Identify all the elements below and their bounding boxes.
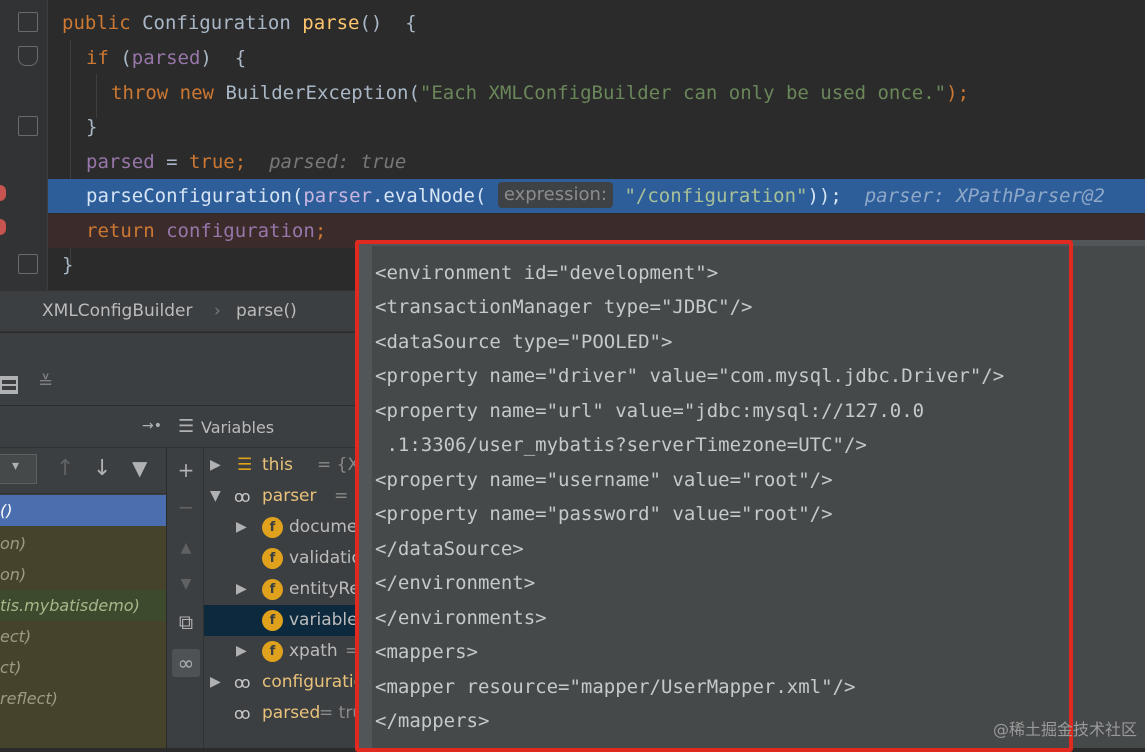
debug-inline-value: parsed: true [269,151,407,173]
frame-item[interactable]: on) [0,528,166,559]
field-configuration: configuration [166,220,315,242]
arrow-down-icon[interactable]: ↓ [93,456,111,481]
field-parsed: parsed [86,151,155,173]
expand-arrow-icon[interactable]: ▶ [236,512,247,543]
editor-gutter [0,0,48,290]
variables-side-toolbar: + − ▲ ▼ ⧉ ∞ [166,448,204,748]
variable-name: parser [262,486,317,506]
expand-arrow-icon[interactable]: ▶ [210,667,221,698]
code-line-method-signature[interactable]: public Configuration parse() { [48,6,1145,40]
field-icon: f [262,610,283,631]
fold-marker-icon[interactable] [18,254,38,274]
fold-marker-icon[interactable] [18,46,38,66]
code-punct: ; [234,151,247,173]
string-literal: "/configuration" [624,185,808,207]
chevron-down-icon: ▾ [12,458,20,474]
keyword-public: public [62,12,131,34]
fold-marker-icon[interactable] [18,12,38,32]
code-line-if[interactable]: if (parsed) { [48,41,1145,75]
code-brace: } [62,254,74,276]
table-view-icon[interactable] [0,376,18,394]
code-line-current-execution[interactable]: parseConfiguration(parser.evalNode( expr… [48,179,1145,213]
remove-watch-icon[interactable]: − [172,493,200,521]
type-name: Configuration [142,12,291,34]
field-icon: f [262,548,283,569]
collapse-arrow-icon[interactable]: ▼ [210,481,221,512]
expand-arrow-icon[interactable]: ▶ [210,450,221,481]
breadcrumb-separator-icon: › [214,301,221,321]
string-literal: "Each XMLConfigBuilder can only be used … [419,82,947,104]
thread-selector[interactable]: ▾ [0,454,37,484]
variable-name: this [262,455,294,475]
debug-inline-value: parser: XPathParser@2 [864,185,1105,207]
code-line-close-brace[interactable]: } [48,110,1145,144]
method-name: parse [302,12,360,34]
watch-glasses-icon: oo [234,704,250,723]
code-punct: ( [108,47,132,69]
method-call: .evalNode( [371,185,487,207]
frames-list[interactable]: () on) on) tis.mybatisdemo) ect) ct) ref… [0,495,166,748]
field-icon: f [262,517,283,538]
code-line-parsed-assign[interactable]: parsed = true; parsed: true [48,145,1145,179]
field-icon: f [262,641,283,662]
code-punct: ); [946,82,970,104]
move-up-icon[interactable]: ▲ [172,534,200,562]
code-punct: ) { [200,47,247,69]
arrow-up-icon[interactable]: ↑ [56,456,74,481]
pin-icon[interactable]: →• [142,418,162,434]
frame-item[interactable]: tis.mybatisdemo) [0,590,166,621]
frame-item[interactable]: () [0,495,166,526]
move-down-icon[interactable]: ▼ [172,570,200,598]
breadcrumb-method[interactable]: parse() [236,301,297,321]
method-call: parseConfiguration( [86,185,304,207]
code-punct: )); [807,185,842,207]
frame-item[interactable]: reflect) [0,683,166,714]
keyword-throw: throw [111,82,169,104]
code-punct: ( [408,82,420,104]
copy-icon[interactable]: ⧉ [172,608,200,636]
frame-item[interactable]: ect) [0,621,166,652]
fold-marker-icon[interactable] [18,116,38,136]
field-parser: parser [303,185,372,207]
keyword-true: true [188,151,235,173]
code-punct: = [154,151,189,173]
code-punct: () { [359,12,417,34]
keyword-new: new [179,82,214,104]
field-icon: f [262,579,283,600]
expand-arrow-icon[interactable]: ▶ [236,574,247,605]
add-watch-icon[interactable]: + [172,456,200,484]
stack-icon: ☰ [237,455,253,475]
expand-arrow-icon[interactable]: ▶ [236,636,247,667]
parameter-hint: expression: [497,182,613,208]
breadcrumb-class[interactable]: XMLConfigBuilder [42,301,192,321]
list-icon: ☰ [178,416,195,437]
keyword-return: return [86,220,155,242]
frame-item[interactable]: ct) [0,652,166,683]
breakpoint-icon[interactable] [0,185,6,201]
watch-glasses-icon: oo [234,487,250,506]
keyword-if: if [86,47,109,69]
code-line-throw[interactable]: throw new BuilderException("Each XMLConf… [48,76,1145,110]
variable-name: parsed [262,703,321,723]
annotation-highlight-box [355,240,1073,752]
watches-icon[interactable]: ∞ [172,649,200,677]
threads-icon[interactable]: ≚ [38,372,53,393]
field-parsed: parsed [131,47,201,69]
breakpoint-icon[interactable] [0,219,6,235]
variable-name: xpath [289,641,338,661]
class-name: BuilderException [225,82,409,104]
frames-toolbar: ▾ ↑ ↓ ▼ [0,448,166,494]
frames-header: →• [0,408,166,448]
variables-title: Variables [201,418,275,437]
code-punct: ; [314,220,327,242]
frame-item[interactable]: on) [0,559,166,590]
watch-glasses-icon: oo [234,673,250,692]
code-brace: } [86,116,98,138]
watermark: @稀土掘金技术社区 [992,720,1137,739]
variable-name: configuratio [262,672,364,692]
filter-icon[interactable]: ▼ [132,456,147,480]
